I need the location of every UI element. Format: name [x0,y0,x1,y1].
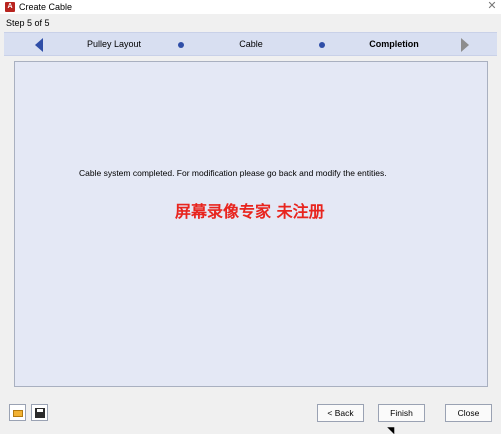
app-icon: A [5,2,15,12]
title-bar: A Create Cable ✕ [0,0,501,14]
nav-right-arrow-icon[interactable] [461,38,469,52]
window-title: Create Cable [19,2,73,12]
nav-separator-dot [178,42,184,48]
completion-message: Cable system completed. For modification… [79,168,387,178]
recorder-watermark: 屏幕录像专家 未注册 [175,202,325,221]
nav-step-pulley-layout[interactable]: Pulley Layout [69,39,159,50]
open-folder-icon [13,410,23,417]
wizard-nav: Pulley Layout Cable Completion [4,32,497,56]
save-icon [35,408,45,418]
create-cable-dialog: A Create Cable ✕ Step 5 of 5 Pulley Layo… [0,0,501,434]
open-button[interactable] [9,404,26,421]
close-button[interactable]: Close [445,404,492,422]
finish-button[interactable]: Finish [378,404,425,422]
close-icon[interactable]: ✕ [486,0,498,12]
nav-left-arrow-icon[interactable] [35,38,43,52]
nav-step-cable[interactable]: Cable [206,39,296,50]
back-button[interactable]: < Back [317,404,364,422]
save-button[interactable] [31,404,48,421]
nav-separator-dot [319,42,325,48]
step-indicator: Step 5 of 5 [6,18,50,28]
content-panel: Cable system completed. For modification… [14,61,488,387]
bottom-bar [0,398,501,434]
nav-step-completion[interactable]: Completion [349,39,439,50]
